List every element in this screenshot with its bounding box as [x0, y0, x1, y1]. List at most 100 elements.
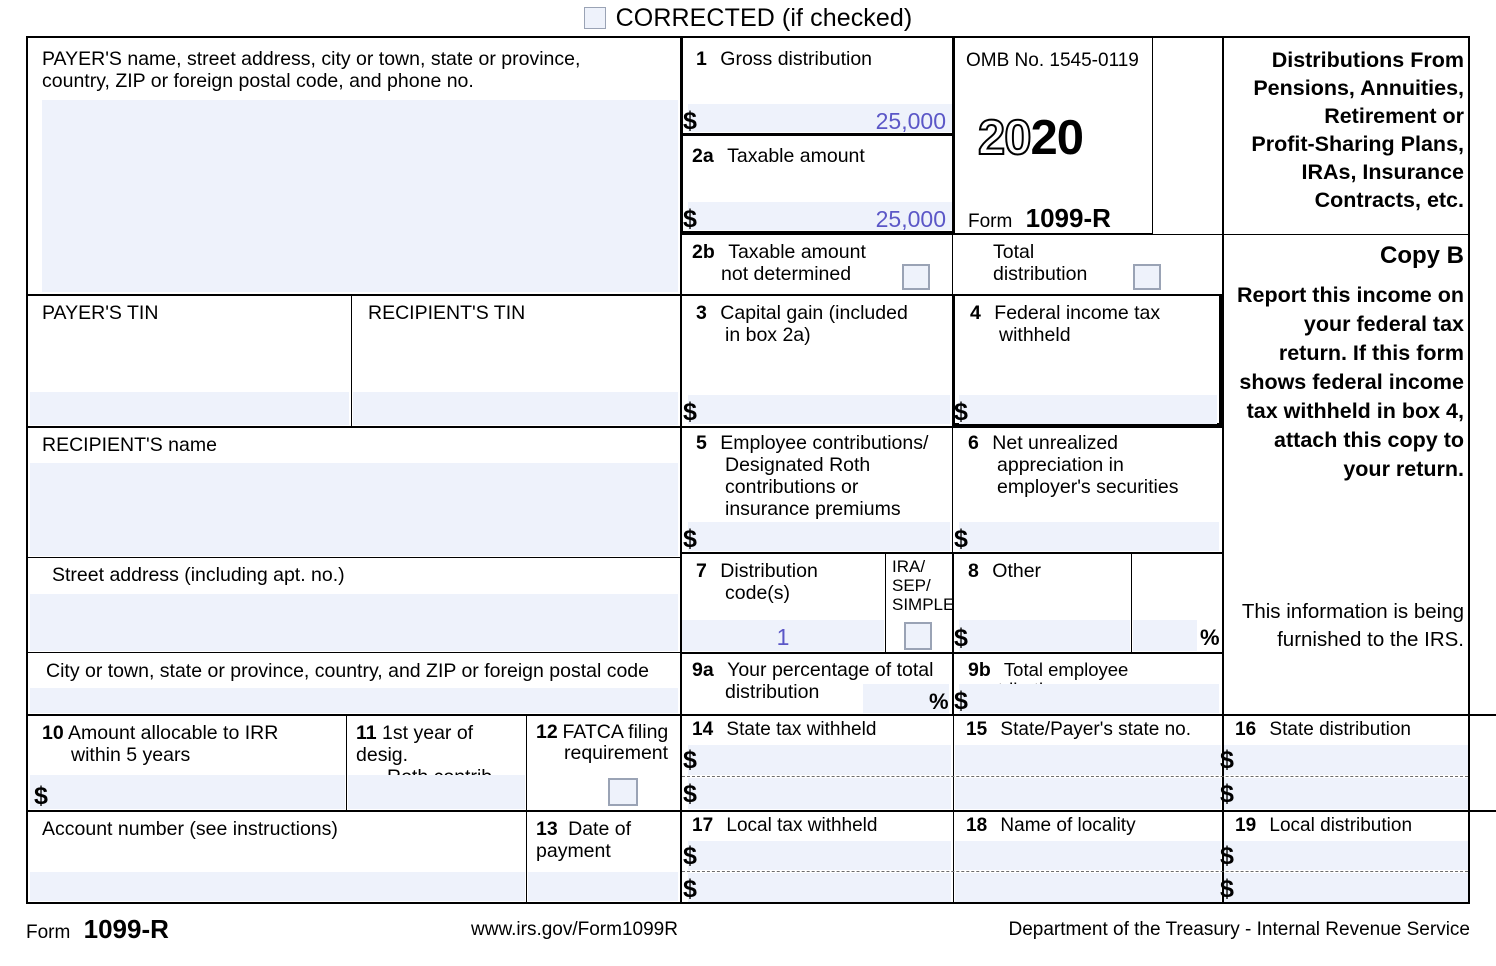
box-2a: 2a Taxable amount [692, 145, 942, 167]
box-2b-label-line2: not determined [721, 263, 852, 285]
box-3-field[interactable] [688, 395, 950, 424]
footer-form-number: 1099-R [83, 914, 169, 944]
rule-acct-box13-split [526, 810, 527, 902]
box-6-field[interactable] [959, 522, 1219, 551]
footer-form-word: Form [26, 922, 71, 943]
box-9b-number: 9b [968, 660, 991, 681]
box-8-percent-field[interactable] [1133, 620, 1197, 651]
payer-field[interactable] [42, 100, 678, 292]
box-8: 8 Other [968, 560, 1128, 582]
box-10: 10 Amount allocable to IRR within 5 year… [42, 722, 342, 766]
payer-tin-field[interactable] [30, 392, 349, 425]
box-10-number: 10 [42, 722, 64, 744]
box-9a-number: 9a [692, 659, 714, 681]
street-address-field[interactable] [30, 594, 678, 651]
street-address-label: Street address (including apt. no.) [52, 564, 345, 586]
recipient-name-field[interactable] [30, 463, 678, 556]
box-1-value: 25,000 [875, 108, 946, 134]
recipient-tin-field[interactable] [353, 392, 678, 425]
box-16-currency-row2: $ [1220, 780, 1234, 808]
payer-tin-label: PAYER'S TIN [42, 302, 159, 324]
form-header-number: 1099-R [1025, 203, 1111, 233]
account-number-label: Account number (see instructions) [42, 818, 338, 840]
box-12-number: 12 [536, 722, 558, 743]
box-2b-checkbox[interactable] [902, 264, 930, 290]
rule-mid-9-top [680, 652, 1222, 654]
box-15-field-row2[interactable] [955, 778, 1221, 809]
year-suffix: 20 [1030, 111, 1085, 165]
ira-sep-simple-checkbox[interactable] [904, 622, 932, 650]
box-14-currency-row1: $ [683, 746, 697, 774]
box-17-field-row1[interactable] [688, 841, 951, 870]
box-8-field[interactable] [959, 620, 1130, 651]
box-2a-value: 25,000 [875, 206, 946, 232]
corrected-checkbox[interactable] [583, 7, 606, 29]
box-2b-label-line1: Taxable amount [728, 241, 866, 263]
legend-title-line-5: IRAs, Insurance [1301, 160, 1465, 184]
legend-title: Distributions From Pensions, Annuities, … [1228, 46, 1464, 214]
box-4-label-line1: Federal income tax [994, 302, 1161, 324]
legend-title-line-2: Pensions, Annuities, [1253, 76, 1464, 100]
box-9b-currency: $ [954, 687, 968, 715]
box-17-label: Local tax withheld [726, 816, 878, 836]
total-distribution-checkbox[interactable] [1133, 264, 1161, 290]
box-4-currency: $ [954, 398, 968, 426]
box-14-field-row1[interactable] [688, 745, 951, 775]
box-19: 19 Local distribution [1235, 816, 1475, 836]
rule-2b-total-split [952, 234, 953, 294]
corrected-row: CORRECTED (if checked) [0, 0, 1496, 36]
box-2b: 2b Taxable amount not determined [692, 241, 922, 285]
box-13-field[interactable] [528, 872, 678, 901]
box-8-label: Other [992, 560, 1042, 582]
box-15-field-row1[interactable] [955, 745, 1221, 775]
local-row-dashed-divider [682, 871, 1468, 872]
box-12-label-line2: requirement [564, 742, 669, 763]
account-number-field[interactable] [30, 872, 525, 901]
box-11-field[interactable] [348, 775, 525, 809]
box-3-label-line1: Capital gain (included [720, 302, 908, 324]
box-4-label-line2: withheld [999, 324, 1071, 346]
box-7-number: 7 [696, 560, 707, 582]
footer-form-id: Form 1099-R [26, 914, 169, 945]
box-19-field-row2[interactable] [1224, 873, 1468, 902]
box-6: 6 Net unrealized appreciation in employe… [968, 432, 1218, 498]
footer-url[interactable]: www.irs.gov/Form1099R [471, 919, 678, 941]
box-13-number: 13 [536, 818, 558, 840]
box-6-label-line1: Net unrealized [992, 432, 1119, 454]
form-header-word: Form [968, 211, 1013, 232]
box-12-checkbox[interactable] [608, 778, 638, 806]
rule-mid-78-top [680, 552, 1222, 554]
rule-mid-56-top [680, 426, 1222, 428]
box-14-label: State tax withheld [726, 720, 877, 740]
box-5-label-line3: contributions or [725, 476, 859, 498]
rule-left-tin-top [28, 294, 680, 296]
box-5-label-line4: insurance premiums [725, 498, 901, 520]
box-3-number: 3 [696, 302, 707, 324]
box-18-label: Name of locality [1000, 816, 1136, 836]
box-17-field-row2[interactable] [688, 873, 951, 902]
box-7-value: 1 [776, 624, 790, 650]
box-14-field-row2[interactable] [688, 778, 951, 809]
box-19-field-row1[interactable] [1224, 841, 1468, 870]
box-19-currency-row2: $ [1220, 875, 1234, 903]
rule-mid-1416-top [680, 714, 1496, 716]
copy-b-label: Copy B [1380, 242, 1464, 269]
recipient-name-label: RECIPIENT'S name [42, 434, 217, 456]
box-9b-field[interactable] [959, 684, 1219, 713]
state-row-dashed-divider [682, 776, 1468, 777]
box-18-field-row1[interactable] [955, 841, 1221, 870]
total-distribution-label-line1: Total [993, 241, 1035, 263]
box-5-label-line1: Employee contributions/ [720, 432, 929, 454]
box-8-number: 8 [968, 560, 979, 582]
box-16-field-row2[interactable] [1224, 778, 1468, 809]
box-16-field-row1[interactable] [1224, 745, 1468, 775]
box-10-field[interactable] [30, 775, 345, 809]
box-3-currency: $ [683, 398, 697, 426]
box-4-field[interactable] [959, 395, 1217, 424]
copy-b-note: This information is being furnished to t… [1241, 600, 1464, 651]
box-5-field[interactable] [688, 522, 950, 551]
box-18-field-row2[interactable] [955, 873, 1221, 902]
city-state-zip-field[interactable] [30, 688, 678, 713]
rule-box17-18-split [953, 810, 954, 902]
box-17: 17 Local tax withheld [692, 816, 942, 836]
